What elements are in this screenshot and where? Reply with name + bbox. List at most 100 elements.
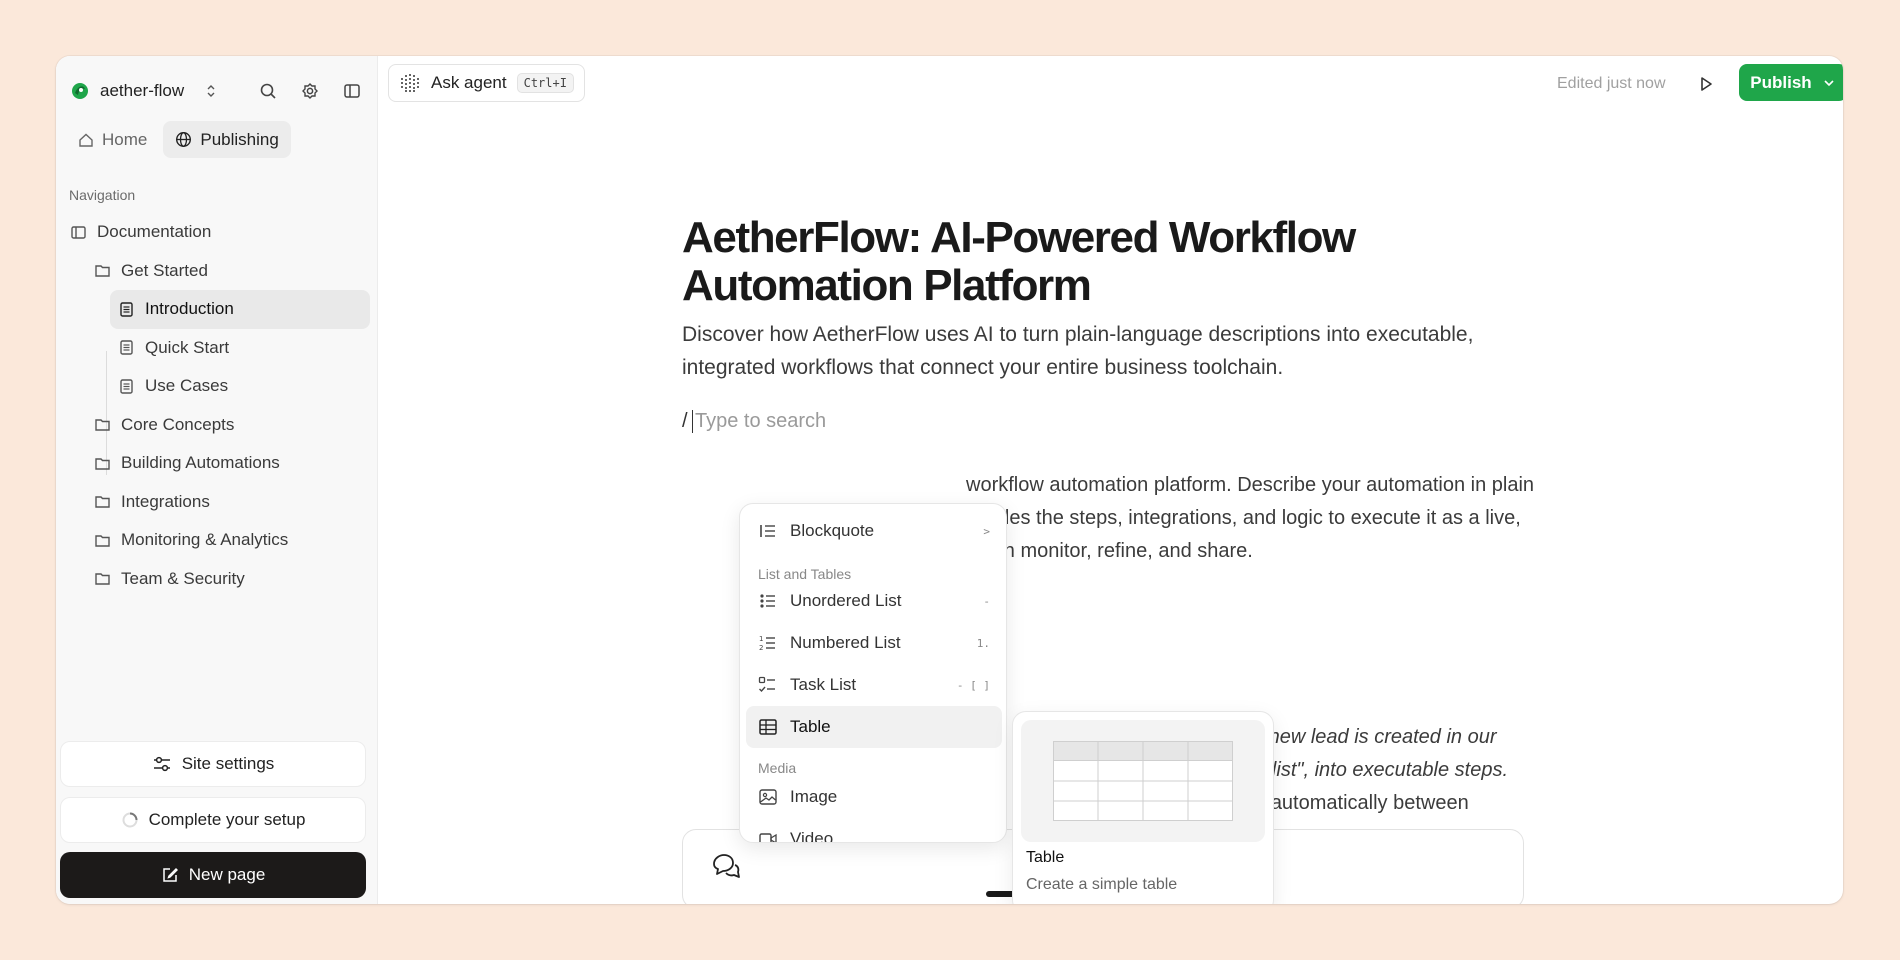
page-subtitle-line1: Discover how AetherFlow uses AI to turn … xyxy=(682,323,1474,346)
tree-item-label: Get Started xyxy=(121,260,208,280)
globe-icon xyxy=(176,131,192,148)
complete-setup-button[interactable]: Complete your setup xyxy=(60,797,366,843)
folder-icon xyxy=(95,496,110,508)
publish-label: Publish xyxy=(1750,72,1812,92)
svg-text:1: 1 xyxy=(759,635,763,643)
page-title-line2: Automation Platform xyxy=(682,261,1092,310)
play-icon[interactable] xyxy=(1696,74,1716,94)
tree-item-label: Integrations xyxy=(121,491,210,511)
tab-home-label: Home xyxy=(102,129,148,149)
chevron-updown-icon xyxy=(207,85,215,97)
tree-item-monitoring-analytics[interactable]: Monitoring & Analytics xyxy=(64,521,370,560)
toggle-sidebar-button[interactable] xyxy=(340,79,364,103)
menu-item-numbered-list[interactable]: 1 2 Numbered List 1. xyxy=(746,622,1002,664)
menu-group-media: Media xyxy=(758,760,797,776)
tree-item-core-concepts[interactable]: Core Concepts xyxy=(64,406,370,445)
sidebar-panel-icon xyxy=(344,84,360,98)
table-preview-card: Table Create a simple table xyxy=(1012,711,1274,904)
complete-setup-label: Complete your setup xyxy=(148,810,306,829)
workspace-logo-icon xyxy=(72,83,88,99)
tree-item-label: Documentation xyxy=(97,222,212,242)
tree-item-label: Use Cases xyxy=(145,376,229,396)
svg-text:2: 2 xyxy=(759,644,763,652)
numbered-list-icon: 1 2 xyxy=(759,635,775,652)
folder-icon xyxy=(95,573,110,585)
tree-item-label: Core Concepts xyxy=(121,414,235,434)
tree-item-label: Team & Security xyxy=(121,568,245,588)
sidebar-tabs: Home Publishing xyxy=(66,121,291,158)
tree-item-get-started[interactable]: Get Started xyxy=(64,252,370,291)
menu-item-label: Numbered List xyxy=(790,633,901,652)
tree-item-documentation[interactable]: Documentation xyxy=(64,213,370,252)
menu-item-shortcut: > xyxy=(983,524,990,538)
folder-icon xyxy=(95,419,110,431)
menu-item-shortcut: - [ ] xyxy=(956,678,990,692)
tree-item-label: Building Automations xyxy=(121,453,280,473)
chat-bubbles-icon xyxy=(713,854,740,878)
new-page-label: New page xyxy=(188,865,266,884)
tab-publishing[interactable]: Publishing xyxy=(163,121,291,158)
new-page-button[interactable]: New page xyxy=(60,852,366,898)
menu-item-task-list[interactable]: Task List - [ ] xyxy=(746,664,1002,706)
intro-paragraph[interactable]: workflow automation platform. Describe y… xyxy=(966,469,1546,568)
book-icon xyxy=(71,226,86,239)
preview-description: Create a simple table xyxy=(1026,876,1178,893)
folder-icon xyxy=(95,535,110,547)
menu-item-label: Task List xyxy=(790,675,857,694)
table-illustration-icon xyxy=(1053,741,1233,821)
sliders-icon xyxy=(153,756,170,772)
tree-item-quick-start[interactable]: Quick Start xyxy=(64,329,370,368)
page-title-line1: AetherFlow: AI-Powered Workflow xyxy=(682,213,1356,262)
sidebar: aether-flow Home Publishing Navigation D… xyxy=(56,56,378,904)
blockquote-icon xyxy=(760,525,775,537)
tree-item-label: Quick Start xyxy=(145,337,230,357)
navigation-tree: Documentation Get Started Introduction Q… xyxy=(64,213,370,598)
folder-icon xyxy=(95,265,110,277)
tab-home[interactable]: Home xyxy=(66,121,159,158)
settings-button[interactable] xyxy=(298,79,322,103)
tree-item-introduction[interactable]: Introduction xyxy=(110,290,370,329)
tree-item-use-cases[interactable]: Use Cases xyxy=(64,367,370,406)
ask-agent-button[interactable]: Ask agent Ctrl+I xyxy=(388,64,585,102)
preview-title: Table xyxy=(1026,849,1065,866)
menu-item-image[interactable]: Image xyxy=(746,776,1002,818)
paragraph-line: workflow automation platform. Describe y… xyxy=(966,474,1535,496)
image-icon xyxy=(759,789,777,805)
menu-item-blockquote[interactable]: Blockquote > xyxy=(746,510,1002,552)
edit-icon xyxy=(162,868,178,882)
tree-item-building-automations[interactable]: Building Automations xyxy=(64,444,370,483)
bullet-list-icon xyxy=(760,594,775,608)
menu-item-label: Video xyxy=(790,829,834,843)
table-icon xyxy=(759,719,777,735)
paragraph-line: u can monitor, refine, and share. xyxy=(966,540,1253,562)
menu-item-shortcut: 1. xyxy=(976,636,990,650)
workspace-switcher[interactable]: aether-flow xyxy=(70,74,218,108)
ask-agent-shortcut: Ctrl+I xyxy=(516,73,574,93)
tree-item-team-security[interactable]: Team & Security xyxy=(64,560,370,599)
site-settings-button[interactable]: Site settings xyxy=(60,741,366,787)
page-icon xyxy=(120,302,133,317)
menu-item-label: Blockquote xyxy=(790,521,875,540)
menu-item-video[interactable]: Video xyxy=(746,818,1002,843)
table-preview-image xyxy=(1021,720,1265,842)
slash-command-input[interactable]: Type to search xyxy=(692,410,826,433)
slash-command-menu: Blockquote > List and Tables Unordered L… xyxy=(739,503,1007,843)
search-icon xyxy=(260,83,276,99)
menu-item-unordered-list[interactable]: Unordered List - xyxy=(746,580,1002,622)
menu-item-label: Unordered List xyxy=(790,591,902,610)
publish-button[interactable]: Publish xyxy=(1739,64,1843,101)
menu-item-shortcut: - xyxy=(983,594,990,608)
page-icon xyxy=(120,379,133,394)
agent-dots-icon xyxy=(401,74,419,92)
tree-item-label: Introduction xyxy=(145,299,234,319)
navigation-heading: Navigation xyxy=(69,187,136,203)
search-button[interactable] xyxy=(256,79,280,103)
menu-item-table[interactable]: Table xyxy=(746,706,1002,748)
chevron-down-icon xyxy=(1824,79,1834,86)
page-subtitle[interactable]: Discover how AetherFlow uses AI to turn … xyxy=(682,318,1542,384)
menu-item-label: Table xyxy=(790,717,831,736)
menu-item-label: Image xyxy=(790,787,838,806)
page-title[interactable]: AetherFlow: AI-Powered Workflow Automati… xyxy=(682,214,1542,310)
gear-icon xyxy=(302,83,318,99)
tree-item-integrations[interactable]: Integrations xyxy=(64,483,370,522)
